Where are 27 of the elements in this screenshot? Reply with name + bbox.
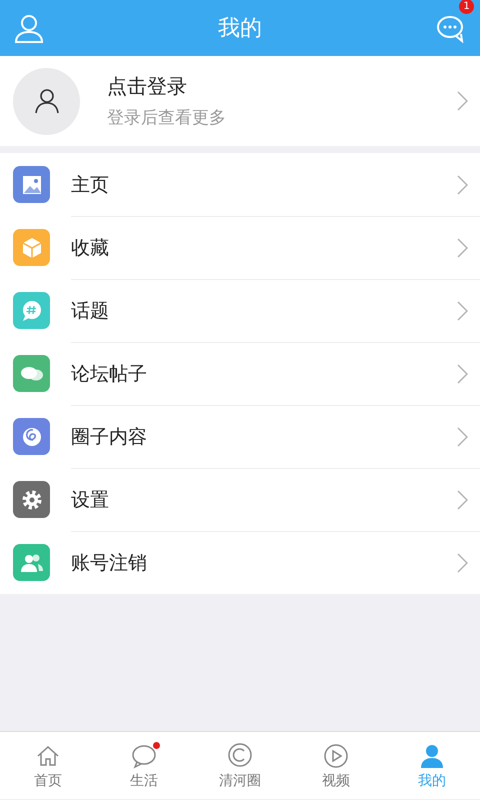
menu-item[interactable]: 设置 xyxy=(0,468,480,531)
menu-item[interactable]: 话题 xyxy=(0,279,480,342)
menu-item[interactable]: 账号注销 xyxy=(0,531,480,594)
chevron-icon xyxy=(456,174,468,194)
menu-item[interactable]: 论坛帖子 xyxy=(0,342,480,405)
chat-icon[interactable] xyxy=(436,13,466,43)
chevron-icon xyxy=(456,490,468,510)
tab[interactable]: 首页 xyxy=(0,732,96,799)
tab[interactable]: 清河圈 xyxy=(192,732,288,799)
menu-item[interactable]: 圈子内容 xyxy=(0,405,480,468)
chevron-icon xyxy=(456,91,468,111)
login-link[interactable]: 点击登录 xyxy=(107,73,456,100)
message-badge: 1 xyxy=(459,0,474,14)
person-icon xyxy=(34,88,60,114)
play-icon xyxy=(322,742,350,770)
chevron-icon xyxy=(456,364,468,384)
tab[interactable]: 生活 xyxy=(96,732,192,799)
page-title: 我的 xyxy=(218,15,262,43)
tab[interactable]: 视频 xyxy=(288,732,384,799)
chevron-icon xyxy=(456,238,468,258)
menu-item[interactable]: 收藏 xyxy=(0,216,480,279)
chevron-icon xyxy=(456,300,468,320)
menu-item[interactable]: 主页 xyxy=(0,153,480,216)
chevron-icon xyxy=(456,426,468,446)
login-hint: 登录后查看更多 xyxy=(107,107,227,129)
chevron-icon xyxy=(456,552,468,572)
user-icon[interactable] xyxy=(14,13,44,43)
